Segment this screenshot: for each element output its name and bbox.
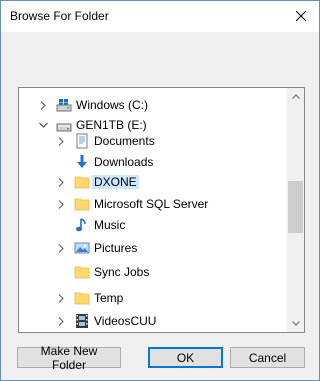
cancel-button[interactable]: Cancel — [230, 347, 305, 368]
tree-item[interactable]: Microsoft SQL Server — [19, 194, 287, 214]
tree-expander[interactable] — [54, 175, 68, 189]
folder-icon — [74, 196, 90, 212]
folder-icon — [74, 174, 90, 190]
folder-tree[interactable]: VideosCUU Temp Sync Jobs Pictures Music Micro… — [18, 87, 305, 333]
tree-item-label: Downloads — [94, 155, 154, 169]
chevron-down-icon — [291, 321, 300, 326]
tree-item[interactable]: Music — [19, 215, 287, 235]
tree-item-label: DXONE — [92, 175, 139, 189]
drive-windows-icon — [56, 97, 72, 113]
tree-item[interactable]: VideosCUU — [19, 311, 287, 331]
tree-item[interactable]: Temp — [19, 288, 287, 308]
ok-button[interactable]: OK — [148, 347, 223, 368]
tree-item-label: Windows (C:) — [76, 98, 149, 112]
chevron-right-icon — [58, 316, 64, 326]
tree-expander[interactable] — [54, 134, 68, 148]
window-title: Browse For Folder — [10, 9, 109, 23]
folder-icon — [74, 264, 90, 280]
make-new-folder-button[interactable]: Make New Folder — [17, 344, 121, 372]
browse-for-folder-dialog: Browse For Folder VideosCUU Temp Sync Jobs… — [0, 0, 320, 381]
scroll-down-button[interactable] — [287, 315, 304, 332]
tree-item-label: Sync Jobs — [94, 265, 150, 279]
tree-expander[interactable] — [54, 197, 68, 211]
title-bar: Browse For Folder — [1, 1, 319, 32]
tree-item-label: Music — [94, 218, 126, 232]
scroll-up-button[interactable] — [287, 88, 304, 105]
tree-item[interactable]: Sync Jobs — [19, 262, 287, 282]
tree-item-label: Documents — [94, 134, 155, 148]
music-folder-icon — [74, 217, 90, 233]
tree-expander[interactable] — [36, 98, 50, 112]
chevron-right-icon — [58, 177, 64, 187]
tree-item[interactable]: Downloads — [19, 152, 287, 172]
tree-item-label: Microsoft SQL Server — [94, 197, 209, 211]
tree-expander[interactable] — [36, 118, 50, 132]
close-icon — [296, 11, 306, 21]
scrollbar-thumb[interactable] — [288, 181, 303, 233]
tree-item[interactable]: Windows (C:) — [19, 95, 287, 115]
tree-item-label: VideosCUU — [94, 314, 157, 328]
chevron-right-icon — [58, 293, 64, 303]
chevron-right-icon — [58, 136, 64, 146]
tree-item[interactable]: GEN1TB (E:) — [19, 115, 287, 135]
vertical-scrollbar[interactable] — [287, 88, 304, 332]
chevron-right-icon — [58, 243, 64, 253]
tree-item-label: GEN1TB (E:) — [76, 118, 147, 132]
downloads-folder-icon — [74, 154, 90, 170]
close-button[interactable] — [287, 3, 315, 29]
tree-item[interactable]: Pictures — [19, 238, 287, 258]
tree-expander[interactable] — [54, 314, 68, 328]
pictures-folder-icon — [74, 240, 90, 256]
video-folder-icon — [74, 313, 90, 329]
tree-item-label: Temp — [94, 291, 124, 305]
chevron-up-icon — [291, 94, 300, 99]
drive-icon — [56, 117, 72, 133]
tree-expander[interactable] — [54, 241, 68, 255]
folder-icon — [74, 290, 90, 306]
chevron-right-icon — [40, 100, 46, 110]
tree-item-label: Pictures — [94, 241, 138, 255]
chevron-down-icon — [38, 122, 48, 128]
chevron-right-icon — [58, 199, 64, 209]
tree-item[interactable]: DXONE — [19, 172, 287, 192]
tree-expander[interactable] — [54, 291, 68, 305]
documents-folder-icon — [74, 133, 90, 149]
